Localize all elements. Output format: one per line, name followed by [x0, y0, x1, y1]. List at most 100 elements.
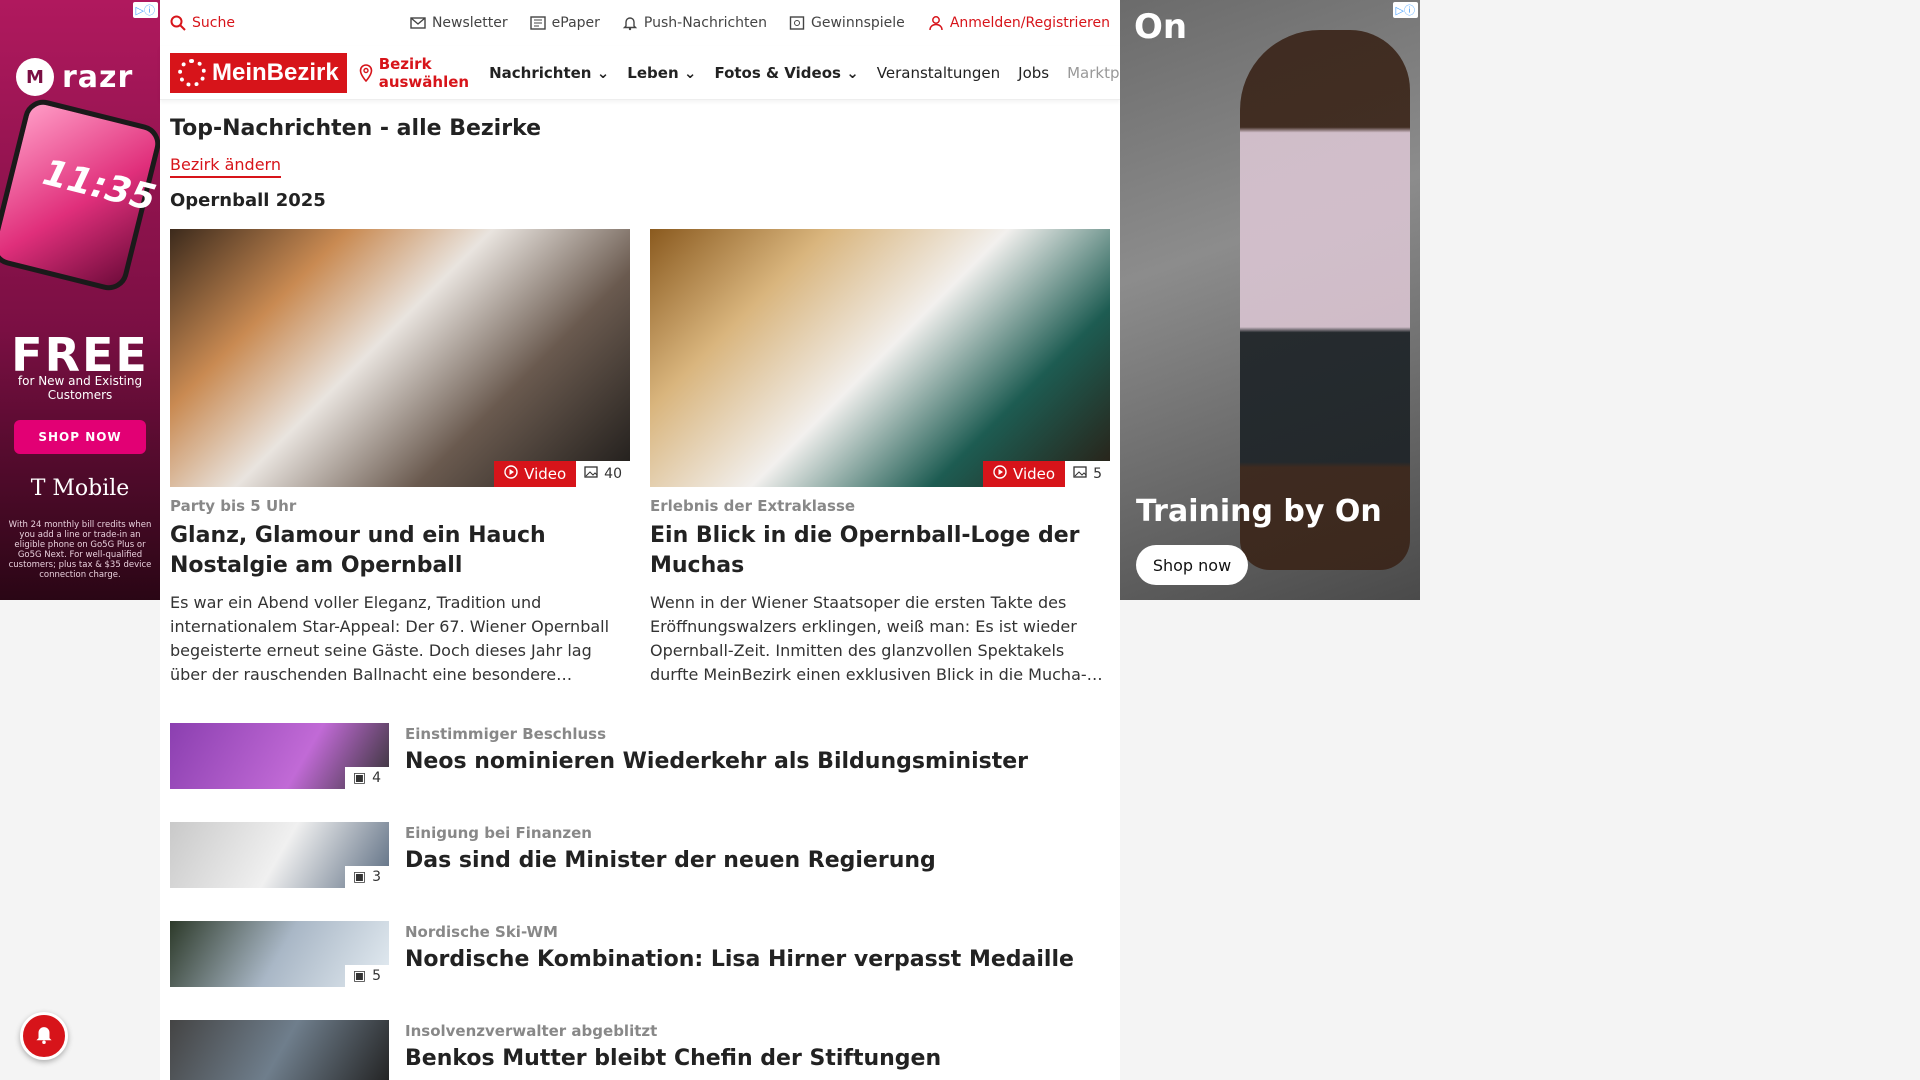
video-label: Video [524, 465, 567, 483]
athlete-image [1240, 30, 1410, 570]
chevron-down-icon: ⌄ [596, 63, 610, 82]
article-thumbnail[interactable]: ▣ 5 [170, 921, 389, 987]
article-image[interactable]: Video 40 [170, 229, 630, 487]
ad-brand-text: razr [62, 59, 134, 95]
newsletter-label: Newsletter [431, 15, 508, 31]
nav-item-veranstaltungen[interactable]: Veranstaltungen [877, 64, 1000, 82]
list-item-text: Einigung bei Finanzen Das sind die Minis… [405, 822, 936, 888]
article-thumbnail[interactable]: ▣ 3 [170, 822, 389, 888]
user-icon [928, 15, 944, 31]
article-kicker: Nordische Ski-WM [405, 923, 558, 941]
ad-subline: for New and Existing Customers [17, 374, 143, 402]
article-title[interactable]: Benkos Mutter bleibt Chefin der Stiftung… [405, 1046, 941, 1071]
list-item[interactable]: ▣ 4 Einstimmiger Beschluss Neos nominiere… [170, 723, 1110, 789]
topic-heading: Opernball 2025 [170, 190, 326, 211]
left-ad-banner[interactable]: ▷ⓘ M razr 11:35 FREE for New and Existin… [0, 0, 160, 600]
gallery-icon [1073, 466, 1087, 482]
ad-brand: M razr [16, 58, 133, 96]
article-thumbnail[interactable] [170, 1020, 389, 1080]
image-count-badge: 5 [1065, 461, 1110, 487]
article-title[interactable]: Neos nominieren Wiederkehr als Bildungsm… [405, 749, 1028, 774]
top-utility-bar: Suche Newsletter ePaper Push-Nachrichten… [160, 0, 1120, 46]
list-item-text: Einstimmiger Beschluss Neos nominieren W… [405, 723, 1028, 789]
article-title[interactable]: Glanz, Glamour und ein Hauch Nostalgie a… [170, 521, 630, 581]
newsletter-link[interactable]: Newsletter [410, 15, 508, 31]
change-district-link[interactable]: Bezirk ändern [170, 155, 281, 178]
article-teaser: Es war ein Abend voller Eleganz, Traditi… [170, 593, 610, 684]
bell-icon [622, 15, 638, 31]
login-label: Anmelden/Registrieren [949, 15, 1110, 31]
epaper-link[interactable]: ePaper [529, 15, 600, 31]
select-district-button[interactable]: Bezirk auswählen [359, 55, 471, 91]
image-count-badge: ▣ 3 [344, 866, 389, 888]
nav-item-label: Fotos & Videos [714, 63, 841, 82]
image-count: 40 [604, 466, 622, 482]
featured-article-card[interactable]: Video 5 Erlebnis der Extraklasse Ein Bli… [650, 229, 1110, 687]
push-notifications-link[interactable]: Push-Nachrichten [622, 15, 767, 31]
gallery-icon: ▣ [352, 770, 367, 786]
chevron-down-icon: ⌄ [683, 63, 697, 82]
gallery-icon: ▣ [352, 869, 367, 885]
location-pin-icon [359, 63, 373, 82]
article-thumbnail[interactable]: ▣ 4 [170, 723, 389, 789]
select-district-label: Bezirk auswählen [378, 54, 470, 91]
article-kicker: Einstimmiger Beschluss [405, 725, 607, 743]
nav-item-label: Nachrichten [489, 63, 592, 82]
search-label: Suche [192, 15, 235, 31]
media-badges: Video 5 [983, 461, 1110, 487]
push-label: Push-Nachrichten [643, 15, 768, 31]
ad-advertiser-logo: T Mobile [30, 476, 130, 501]
image-count-badge: ▣ 4 [344, 767, 389, 789]
site-logo-text: MeinBezirk [212, 58, 339, 86]
video-label: Video [1013, 465, 1056, 483]
featured-article-card[interactable]: Video 40 Party bis 5 Uhr Glanz, Glamour … [170, 229, 630, 687]
nav-item-nachrichten[interactable]: Nachrichten ⌄ [489, 64, 609, 82]
gallery-icon [584, 466, 598, 482]
image-count-badge: ▣ 5 [344, 965, 389, 987]
image-count: 3 [372, 869, 381, 885]
nav-item-leben[interactable]: Leben ⌄ [627, 64, 696, 82]
article-kicker: Erlebnis der Extraklasse [650, 497, 856, 515]
adchoices-icon[interactable]: ▷ⓘ [1392, 2, 1418, 18]
mail-icon [410, 15, 426, 31]
search-link[interactable]: Suche [170, 15, 235, 31]
article-kicker: Einigung bei Finanzen [405, 824, 592, 842]
content-area: Top-Nachrichten - alle Bezirke Bezirk än… [160, 116, 1120, 1080]
chevron-down-icon: ⌄ [846, 63, 859, 82]
video-badge: Video [494, 461, 577, 487]
article-title[interactable]: Nordische Kombination: Lisa Hirner verpa… [405, 947, 1074, 972]
article-title[interactable]: Das sind die Minister der neuen Regierun… [405, 848, 936, 873]
list-item[interactable]: Insolvenzverwalter abgeblitzt Benkos Mut… [170, 1020, 1110, 1080]
epaper-label: ePaper [551, 15, 600, 31]
nav-item-label: Leben [627, 63, 679, 82]
gewinnspiele-link[interactable]: Gewinnspiele [789, 15, 905, 31]
ad-shop-now-button[interactable]: Shop now [1136, 545, 1248, 585]
adchoices-icon[interactable]: ▷ⓘ [132, 2, 158, 18]
site-logo[interactable]: MeinBezirk [170, 52, 347, 93]
nav-item-jobs[interactable]: Jobs [1018, 64, 1049, 82]
list-item[interactable]: ▣ 5 Nordische Ski-WM Nordische Kombinatio… [170, 921, 1110, 987]
nav-links: Nachrichten ⌄ Leben ⌄ Fotos & Videos ⌄ V… [489, 64, 1165, 82]
gallery-icon: ▣ [352, 968, 367, 984]
featured-articles: Video 40 Party bis 5 Uhr Glanz, Glamour … [170, 229, 1110, 687]
gift-icon [789, 15, 805, 31]
ad-fineprint: With 24 monthly bill credits when you ad… [8, 520, 152, 580]
list-item-text: Insolvenzverwalter abgeblitzt Benkos Mut… [405, 1020, 941, 1080]
on-brand-logo: On [1134, 7, 1188, 47]
article-kicker: Insolvenzverwalter abgeblitzt [405, 1022, 658, 1040]
article-title[interactable]: Ein Blick in die Opernball-Loge der Much… [650, 521, 1110, 581]
ad-shop-now-button[interactable]: SHOP NOW [14, 420, 146, 454]
article-image[interactable]: Video 5 [650, 229, 1110, 487]
ad-headline: Training by On [1136, 494, 1382, 529]
image-count: 4 [372, 770, 381, 786]
media-badges: Video 40 [494, 461, 630, 487]
nav-item-fotos-videos[interactable]: Fotos & Videos ⌄ [714, 64, 858, 82]
right-ad-banner[interactable]: ▷ⓘ On Training by On Shop now [1120, 0, 1420, 600]
motorola-logo-icon: M [16, 58, 54, 96]
notification-bell-button[interactable] [20, 1012, 68, 1060]
list-item[interactable]: ▣ 3 Einigung bei Finanzen Das sind die Mi… [170, 822, 1110, 888]
phone-time: 11:35 [38, 152, 160, 220]
image-count: 5 [372, 968, 381, 984]
login-link[interactable]: Anmelden/Registrieren [928, 15, 1110, 31]
image-count-badge: 40 [576, 461, 630, 487]
